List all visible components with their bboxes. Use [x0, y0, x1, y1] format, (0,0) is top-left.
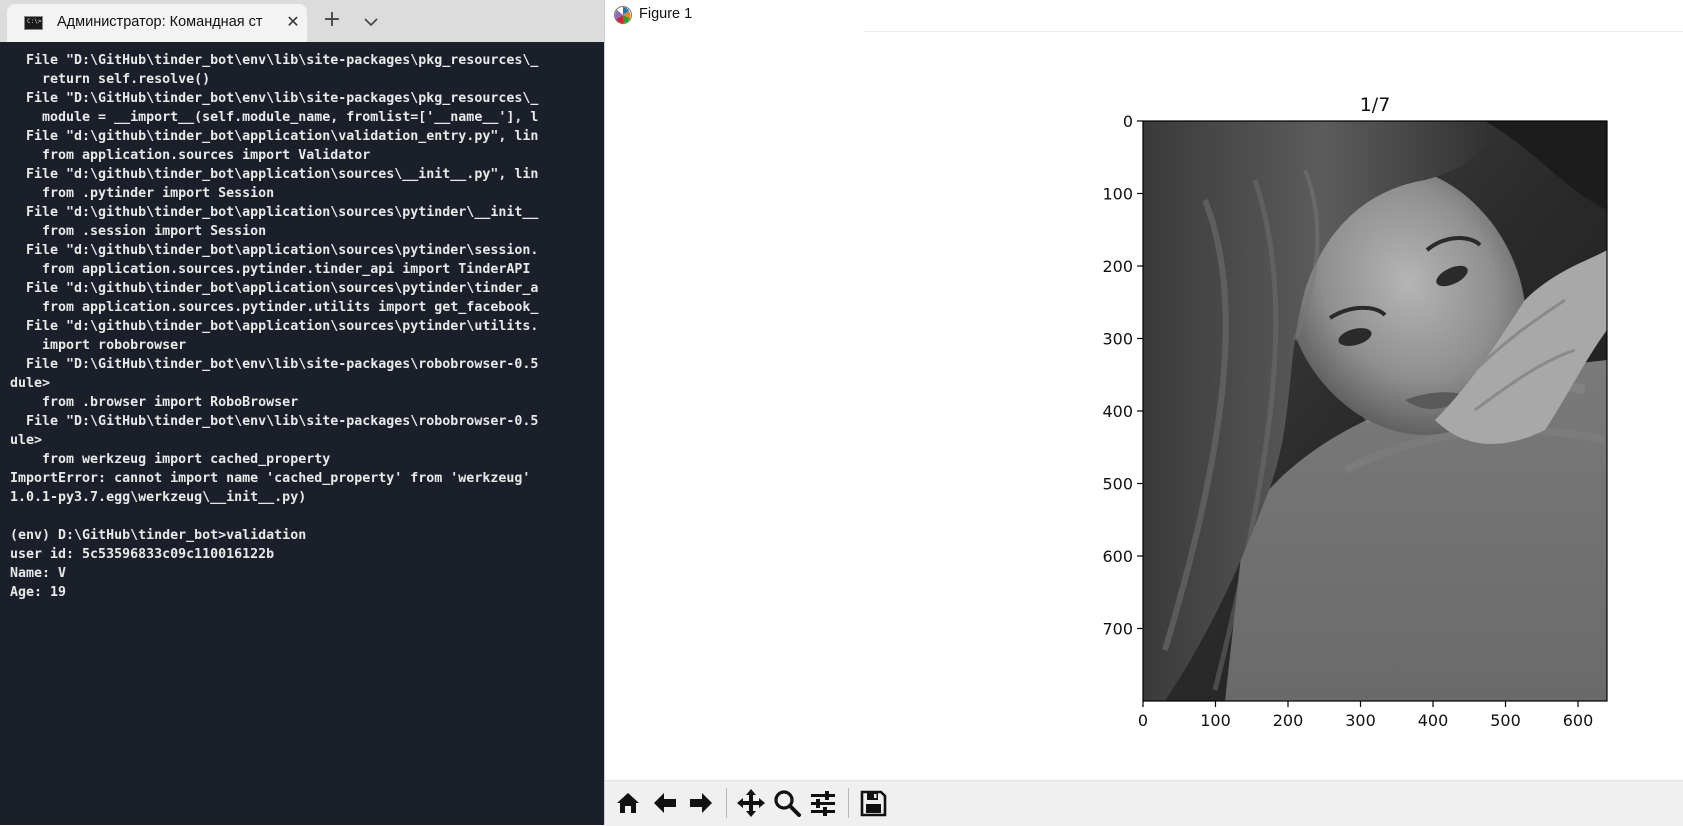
configure-subplots-button[interactable]: [806, 786, 840, 820]
terminal-line: File "D:\GitHub\tinder_bot\env\lib\site-…: [10, 53, 539, 68]
pan-button[interactable]: [734, 786, 768, 820]
matplotlib-figure-window: Figure 1 1/7 0 100 200 300 400 500 600 7…: [604, 0, 1683, 826]
x-tick-label: 100: [1200, 711, 1231, 730]
back-button[interactable]: [648, 786, 682, 820]
terminal-line: File "d:\github\tinder_bot\application\s…: [10, 281, 539, 296]
axes-title: 1/7: [1360, 94, 1391, 116]
y-tick-label: 500: [1102, 475, 1133, 494]
terminal-line: File "d:\github\tinder_bot\application\v…: [10, 129, 539, 144]
y-tick-label: 300: [1102, 330, 1133, 349]
x-tick-label: 300: [1345, 711, 1376, 730]
save-button[interactable]: [856, 786, 890, 820]
command-prompt-icon-text: C:\>: [27, 18, 42, 25]
x-tick-label: 600: [1563, 711, 1594, 730]
terminal-output[interactable]: File "D:\GitHub\tinder_bot\env\lib\site-…: [10, 51, 604, 602]
terminal-line: user id: 5c53596833c09c110016122b: [10, 547, 275, 562]
terminal-tab-title: Администратор: Командная ст: [57, 14, 263, 30]
terminal-line: ImportError: cannot import name 'cached_…: [10, 471, 531, 486]
home-icon: [617, 793, 639, 813]
terminal-line: File "D:\GitHub\tinder_bot\env\lib\site-…: [10, 91, 539, 106]
terminal-line: dule>: [10, 376, 51, 391]
terminal-line: from .session import Session: [10, 224, 267, 239]
terminal-line: import robobrowser: [10, 338, 187, 353]
x-tick-label: 200: [1273, 711, 1304, 730]
terminal-line: (env) D:\GitHub\tinder_bot>validation: [10, 528, 307, 543]
move-icon: [737, 789, 765, 817]
x-tick-label: 400: [1418, 711, 1449, 730]
floppy-disk-icon: [860, 790, 887, 817]
terminal-line: File "d:\github\tinder_bot\application\s…: [10, 243, 539, 258]
y-tick-label: 0: [1123, 112, 1133, 131]
terminal-tab[interactable]: C:\> Администратор: Командная ст ✕: [7, 4, 307, 42]
x-tick-label: 500: [1490, 711, 1521, 730]
terminal-line: from .browser import RoboBrowser: [10, 395, 299, 410]
home-button[interactable]: [611, 786, 645, 820]
y-tick-label: 400: [1102, 402, 1133, 421]
terminal-line: File "D:\GitHub\tinder_bot\env\lib\site-…: [10, 357, 539, 372]
y-tick-label: 700: [1102, 620, 1133, 639]
chevron-down-icon[interactable]: [361, 12, 381, 32]
terminal-line: return self.resolve(): [10, 72, 211, 87]
sliders-icon: [811, 791, 835, 816]
forward-button[interactable]: [684, 786, 718, 820]
y-tick-label: 600: [1102, 547, 1133, 566]
terminal-line: Age: 19: [10, 585, 67, 600]
terminal-line: File "d:\github\tinder_bot\application\s…: [10, 319, 539, 334]
terminal-line: 1.0.1-py3.7.egg\werkzeug\__init__.py): [10, 490, 307, 505]
terminal-window: C:\> Администратор: Командная ст ✕ + Fil…: [0, 0, 604, 825]
terminal-line: ule>: [10, 433, 43, 448]
magnifier-icon: [774, 790, 801, 817]
arrow-right-icon: [690, 793, 712, 813]
navigation-toolbar: [605, 780, 1683, 826]
terminal-line: from application.sources.pytinder.tinder…: [10, 262, 531, 277]
terminal-line: from werkzeug import cached_property: [10, 452, 331, 467]
grayscale-portrait-image: [1143, 121, 1607, 701]
terminal-tab-bar: C:\> Администратор: Командная ст ✕ +: [0, 0, 604, 42]
toolbar-separator: [726, 788, 727, 818]
terminal-line: module = __import__(self.module_name, fr…: [10, 110, 539, 125]
x-tick-label: 0: [1138, 711, 1148, 730]
y-tick-label: 200: [1102, 257, 1133, 276]
x-axis: 0 100 200 300 400 500 600: [1138, 701, 1593, 730]
figure-canvas[interactable]: 1/7 0100200300400500600700 0 100 200 300…: [605, 0, 1683, 780]
arrow-left-icon: [654, 793, 676, 813]
toolbar-separator: [848, 788, 849, 818]
y-axis: 0 100 200 300 400 500 600 700: [1102, 112, 1143, 639]
zoom-button[interactable]: [770, 786, 804, 820]
new-tab-button[interactable]: +: [320, 9, 344, 33]
command-prompt-icon: C:\>: [24, 16, 43, 30]
terminal-line: File "D:\GitHub\tinder_bot\env\lib\site-…: [10, 414, 539, 429]
terminal-line: from application.sources.pytinder.utilit…: [10, 300, 539, 315]
terminal-line: File "d:\github\tinder_bot\application\s…: [10, 167, 539, 182]
terminal-line: File "d:\github\tinder_bot\application\s…: [10, 205, 539, 220]
close-tab-icon[interactable]: ✕: [282, 11, 304, 33]
terminal-line: from application.sources import Validato…: [10, 148, 371, 163]
terminal-line: from .pytinder import Session: [10, 186, 275, 201]
terminal-line: Name: V: [10, 566, 67, 581]
y-tick-label: 100: [1102, 185, 1133, 204]
